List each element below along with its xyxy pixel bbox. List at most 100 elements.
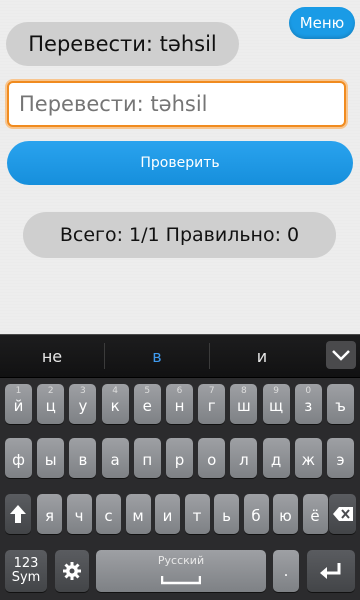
shift-icon xyxy=(10,505,26,523)
key-label: г xyxy=(207,397,216,415)
key-label: т xyxy=(192,507,202,525)
key-label: ы xyxy=(44,451,57,469)
key-label: ш xyxy=(237,397,251,415)
suggestion-2[interactable]: в xyxy=(105,335,209,377)
settings-key[interactable] xyxy=(55,550,89,592)
backspace-key[interactable] xyxy=(329,494,356,534)
key-hint: 6 xyxy=(176,386,183,396)
key-hint: 3 xyxy=(80,386,86,396)
key-д[interactable]: д xyxy=(262,438,290,478)
key-м[interactable]: м xyxy=(125,494,151,534)
key-label: и xyxy=(162,507,173,525)
key-е[interactable]: 5е xyxy=(133,384,161,424)
key-label: ч xyxy=(74,507,84,525)
key-label: л xyxy=(239,451,249,469)
key-label: ж xyxy=(301,451,316,469)
key-б[interactable]: б xyxy=(243,494,269,534)
key-ж[interactable]: ж xyxy=(294,438,322,478)
shift-key[interactable] xyxy=(5,494,31,534)
key-т[interactable]: т xyxy=(184,494,210,534)
score-bubble: Всего: 1/1 Правильно: 0 xyxy=(23,212,336,258)
app-screen: Меню Перевести: təhsil Проверить Всего: … xyxy=(0,0,360,334)
key-й[interactable]: 1й xyxy=(5,384,32,424)
enter-icon xyxy=(320,563,341,579)
key-label: п xyxy=(142,451,153,469)
key-э[interactable]: э xyxy=(327,438,354,478)
check-button[interactable]: Проверить xyxy=(7,141,353,185)
key-label: д xyxy=(270,451,282,469)
key-ш[interactable]: 8ш xyxy=(230,384,258,424)
key-label: м xyxy=(132,507,144,525)
menu-button[interactable]: Меню xyxy=(289,7,355,39)
key-ц[interactable]: 2ц xyxy=(37,384,65,424)
chevron-down-icon xyxy=(332,350,350,361)
key-и[interactable]: и xyxy=(155,494,180,534)
space-key[interactable]: Русский xyxy=(96,550,266,592)
soft-keyboard: не в и 1й2ц3у4к5е6н7г8ш9щ0зъфывапролджэя… xyxy=(0,334,360,600)
key-label: р xyxy=(174,451,185,469)
key-ё[interactable]: ё xyxy=(302,494,328,534)
symbols-key-label: 123 Sym xyxy=(11,556,41,585)
key-label: ъ xyxy=(335,397,346,415)
enter-key[interactable] xyxy=(307,550,355,592)
key-п[interactable]: п xyxy=(133,438,161,478)
key-label: з xyxy=(304,397,313,415)
key-я[interactable]: я xyxy=(37,494,62,534)
prompt-bubble: Перевести: təhsil xyxy=(6,22,239,66)
key-hint: 1 xyxy=(15,386,22,396)
key-о[interactable]: о xyxy=(198,438,226,478)
key-в[interactable]: в xyxy=(69,438,97,478)
key-label: в xyxy=(78,451,88,469)
key-hint: 2 xyxy=(47,386,54,396)
key-с[interactable]: с xyxy=(96,494,121,534)
collapse-keyboard-button[interactable] xyxy=(326,341,356,369)
key-label: ц xyxy=(45,397,56,415)
key-label: с xyxy=(104,507,113,525)
space-language-label: Русский xyxy=(157,554,205,567)
gear-icon xyxy=(63,562,81,580)
key-к[interactable]: 4к xyxy=(101,384,129,424)
backspace-icon xyxy=(332,507,353,521)
key-hint: 9 xyxy=(273,386,279,396)
key-ы[interactable]: ы xyxy=(37,438,65,478)
key-ю[interactable]: ю xyxy=(273,494,298,534)
key-label: у xyxy=(78,397,88,415)
key-label: о xyxy=(207,451,217,469)
key-hint: 5 xyxy=(144,386,151,396)
key-label: я xyxy=(44,507,55,525)
key-label: ь xyxy=(222,507,231,525)
space-bar-icon xyxy=(161,576,201,585)
key-ф[interactable]: ф xyxy=(5,438,32,478)
key-label: ю xyxy=(279,507,292,525)
key-ч[interactable]: ч xyxy=(66,494,92,534)
key-щ[interactable]: 9щ xyxy=(262,384,290,424)
key-label: щ xyxy=(269,397,284,415)
key-label: к xyxy=(110,397,120,415)
key-label: а xyxy=(110,451,120,469)
key-label: ф xyxy=(12,451,25,469)
key-hint: 8 xyxy=(241,386,247,396)
symbols-key[interactable]: 123 Sym xyxy=(5,550,47,592)
key-label: н xyxy=(174,397,185,415)
key-г[interactable]: 7г xyxy=(198,384,226,424)
suggestion-bar: не в и xyxy=(0,334,360,378)
key-hint: 4 xyxy=(112,386,118,396)
key-р[interactable]: р xyxy=(166,438,193,478)
answer-input[interactable] xyxy=(7,81,346,127)
suggestion-3[interactable]: и xyxy=(210,335,314,377)
period-key[interactable]: . xyxy=(273,550,299,592)
key-ъ[interactable]: ъ xyxy=(327,384,354,424)
key-у[interactable]: 3у xyxy=(69,384,97,424)
suggestion-1[interactable]: не xyxy=(0,335,104,377)
period-label: . xyxy=(283,562,289,580)
key-hint: 0 xyxy=(305,386,312,396)
key-ь[interactable]: ь xyxy=(214,494,239,534)
key-н[interactable]: 6н xyxy=(166,384,193,424)
key-label: б xyxy=(251,507,261,525)
key-а[interactable]: а xyxy=(101,438,129,478)
key-label: ё xyxy=(310,507,320,525)
key-л[interactable]: л xyxy=(230,438,258,478)
key-з[interactable]: 0з xyxy=(294,384,322,424)
key-label: э xyxy=(336,451,345,469)
key-hint: 7 xyxy=(208,386,215,396)
